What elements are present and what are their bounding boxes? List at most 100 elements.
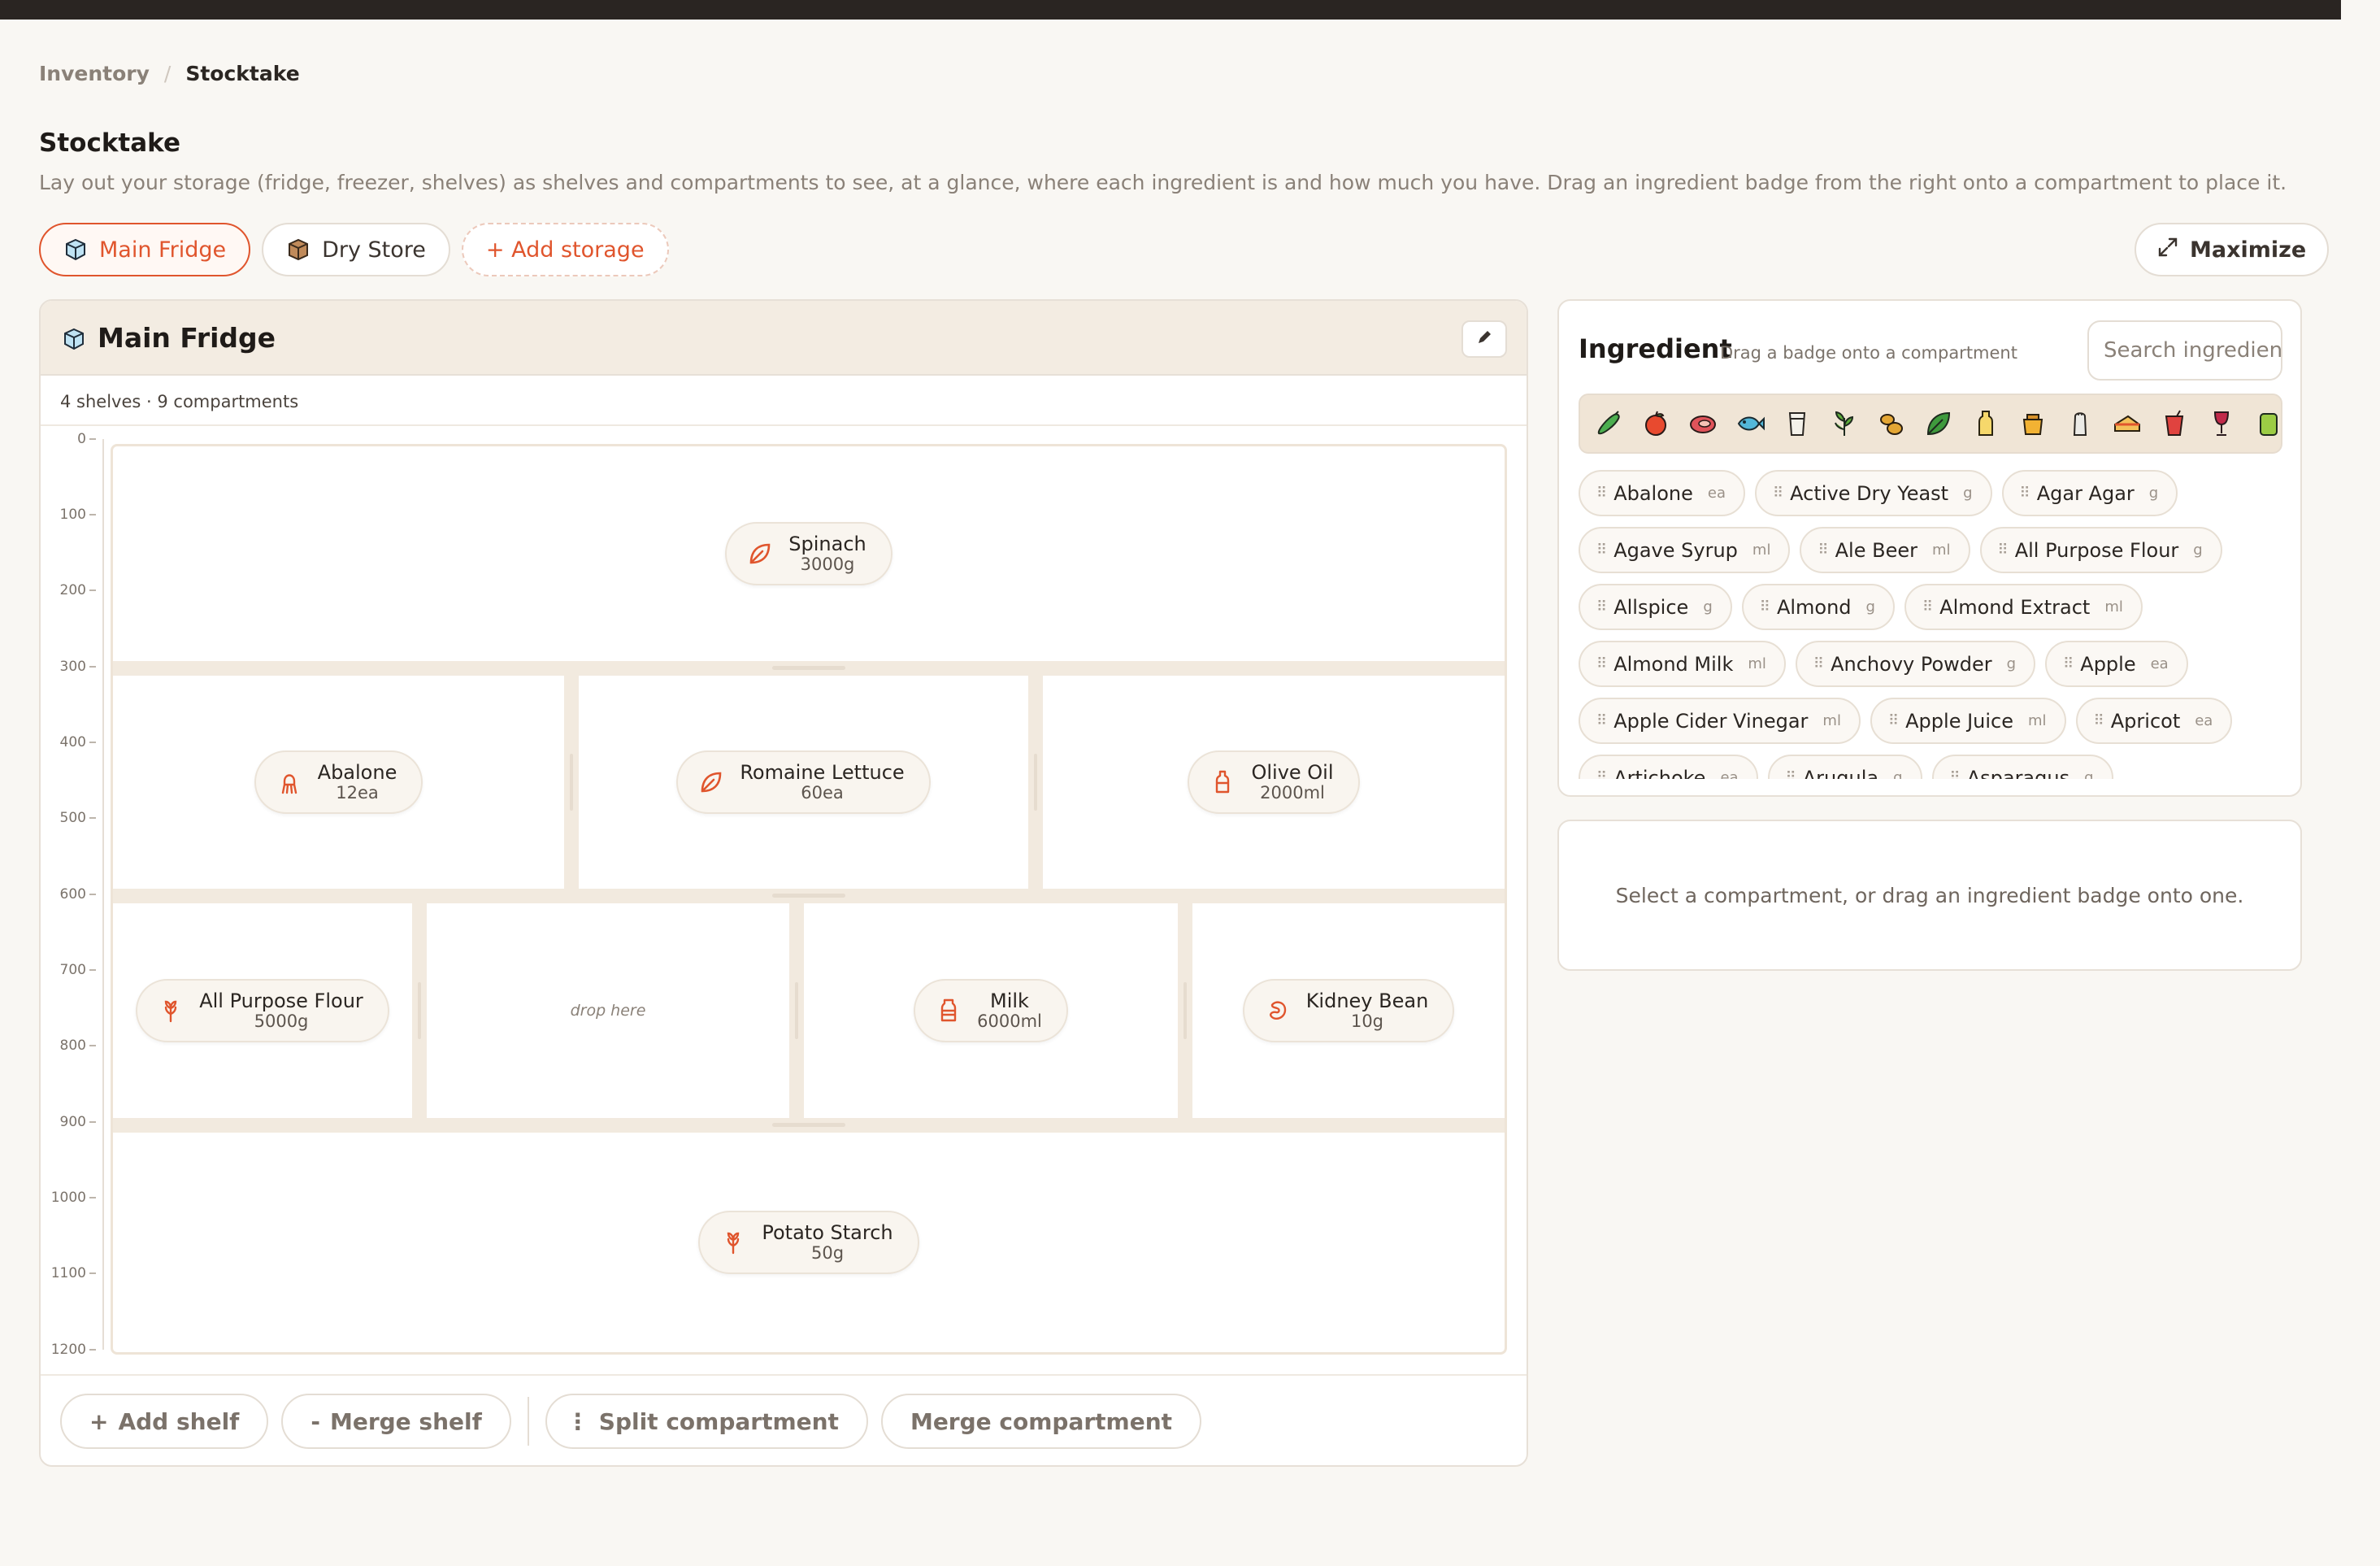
compartment-divider[interactable] <box>412 903 427 1118</box>
oil-icon[interactable] <box>1969 407 2003 441</box>
wine-icon[interactable] <box>2204 407 2239 441</box>
item-badge-kidney-bean[interactable]: Kidney Bean 10g <box>1242 979 1455 1042</box>
ingredient-badge[interactable]: ⠿ Asparagus g <box>1931 755 2113 780</box>
bakery-icon[interactable] <box>2110 407 2144 441</box>
ingredient-badge[interactable]: ⠿ Apple ea <box>2045 641 2188 687</box>
compartment-divider[interactable] <box>1028 676 1043 889</box>
maximize-button[interactable]: Maximize <box>2135 223 2330 276</box>
compartment[interactable]: Kidney Bean 10g <box>1192 903 1505 1118</box>
legume-icon[interactable] <box>1874 407 1909 441</box>
ingredient-badge[interactable]: ⠿ Abalone ea <box>1579 470 1745 516</box>
ingredient-panel: Ingredient Drag a badge onto a compartme… <box>1557 299 2302 797</box>
ingredient-unit: ml <box>1748 655 1766 672</box>
item-quantity: 6000ml <box>977 1011 1042 1031</box>
shelf-divider[interactable] <box>113 661 1505 676</box>
sweetener-icon[interactable] <box>2016 407 2050 441</box>
drag-handle-icon: ⠿ <box>1596 598 1607 616</box>
compartment-empty[interactable]: drop here <box>427 903 789 1118</box>
axis-tick: 500 <box>60 810 96 826</box>
ingredient-badge[interactable]: ⠿ Arugula g <box>1767 755 1922 779</box>
drag-handle-icon: ⠿ <box>1997 542 2009 559</box>
ingredient-badge[interactable]: ⠿ Active Dry Yeast g <box>1754 470 1992 516</box>
ingredient-badge[interactable]: ⠿ Almond g <box>1741 584 1895 630</box>
ingredient-name: Anchovy Powder <box>1831 652 1992 676</box>
edit-storage-button[interactable] <box>1461 320 1507 358</box>
compartment[interactable]: All Purpose Flour 5000g <box>113 903 412 1118</box>
ingredient-unit: ml <box>1822 712 1841 729</box>
bean-icon <box>1264 997 1292 1024</box>
fridge-layout: Spinach 3000g Abalone 12ea Romaine Lettu… <box>111 444 1507 1355</box>
item-badge-potato-starch[interactable]: Potato Starch 50g <box>698 1211 919 1274</box>
fish-icon[interactable] <box>1733 407 1767 441</box>
breadcrumb-separator: / <box>163 62 172 85</box>
item-name: Abalone <box>317 761 397 785</box>
add-shelf-button[interactable]: + Add shelf <box>60 1394 269 1449</box>
drag-handle <box>1183 982 1187 1039</box>
add-storage-button[interactable]: + Add storage <box>461 223 669 276</box>
ingredient-badge[interactable]: ⠿ Allspice g <box>1579 584 1732 630</box>
ingredient-badge[interactable]: ⠿ Almond Milk ml <box>1579 641 1786 687</box>
ingredient-badge[interactable]: ⠿ Apple Cider Vinegar ml <box>1579 698 1861 744</box>
item-badge-spinach[interactable]: Spinach 3000g <box>725 522 892 585</box>
dairy-icon[interactable] <box>1780 407 1814 441</box>
meat-icon[interactable] <box>1686 407 1720 441</box>
breadcrumb-current: Stocktake <box>185 62 300 85</box>
shelf-divider[interactable] <box>113 1118 1505 1133</box>
ingredient-badge[interactable]: ⠿ Artichoke ea <box>1579 755 1758 779</box>
ingredient-name: Active Dry Yeast <box>1790 481 1949 505</box>
canned-icon[interactable] <box>2252 407 2281 441</box>
breadcrumb-inventory-link[interactable]: Inventory <box>39 62 150 85</box>
ingredient-badge[interactable]: ⠿ Agar Agar g <box>2001 470 2178 516</box>
leaf-icon <box>746 540 774 568</box>
fruit-icon[interactable] <box>1639 407 1673 441</box>
compartment[interactable]: Milk 6000ml <box>804 903 1178 1118</box>
ingredient-badge[interactable]: ⠿ Apple Juice ml <box>1870 698 2066 744</box>
add-shelf-label: Add shelf <box>118 1407 240 1435</box>
compartment[interactable]: Abalone 12ea <box>113 676 564 889</box>
compartment-divider[interactable] <box>1178 903 1192 1118</box>
item-badge-olive-oil[interactable]: Olive Oil 2000ml <box>1188 750 1360 814</box>
ingredient-badge[interactable]: ⠿ All Purpose Flour g <box>1979 527 2222 573</box>
axis-tick: 100 <box>60 507 96 523</box>
compartment[interactable]: Romaine Lettuce 60ea <box>579 676 1028 889</box>
tab-main-fridge[interactable]: Main Fridge <box>39 223 251 276</box>
compartment-divider[interactable] <box>789 903 804 1118</box>
leafy-icon[interactable] <box>1922 407 1956 441</box>
merge-shelf-label: Merge shelf <box>329 1407 482 1435</box>
axis-tick: 300 <box>60 659 96 675</box>
drag-handle-icon: ⠿ <box>1949 769 1961 779</box>
merge-compartment-button[interactable]: Merge compartment <box>880 1394 1202 1449</box>
split-compartment-button[interactable]: ⋮ Split compartment <box>545 1394 868 1449</box>
ingredient-badge[interactable]: ⠿ Agave Syrup ml <box>1579 527 1791 573</box>
ingredient-search-input[interactable] <box>2087 320 2282 381</box>
ingredient-badge[interactable]: ⠿ Almond Extract ml <box>1904 584 2143 630</box>
item-badge-abalone[interactable]: Abalone 12ea <box>254 750 423 814</box>
vegetable-icon[interactable] <box>1592 407 1626 441</box>
item-badge-romaine-lettuce[interactable]: Romaine Lettuce 60ea <box>676 750 931 814</box>
axis-tick: 1000 <box>51 1190 96 1206</box>
beverage-icon[interactable] <box>2157 407 2191 441</box>
item-name: Spinach <box>788 533 866 556</box>
shelf-divider[interactable] <box>113 889 1505 903</box>
ingredient-name: Abalone <box>1613 481 1693 505</box>
tab-dry-store[interactable]: Dry Store <box>262 223 450 276</box>
compartment-divider[interactable] <box>564 676 579 889</box>
ingredient-name: Asparagus <box>1966 766 2070 780</box>
ingredient-badge[interactable]: ⠿ Anchovy Powder g <box>1795 641 2036 687</box>
ingredient-badge[interactable]: ⠿ Ale Beer ml <box>1800 527 1970 573</box>
ingredient-name: Agar Agar <box>2036 481 2135 505</box>
item-badge-milk[interactable]: Milk 6000ml <box>914 979 1068 1042</box>
bottle-icon <box>935 997 962 1024</box>
item-badge-all-purpose-flour[interactable]: All Purpose Flour 5000g <box>136 979 389 1042</box>
drag-handle-icon: ⠿ <box>1772 485 1783 502</box>
seasoning-icon[interactable] <box>2063 407 2097 441</box>
herb-icon[interactable] <box>1827 407 1861 441</box>
merge-shelf-button[interactable]: - Merge shelf <box>281 1394 511 1449</box>
compartment[interactable]: Olive Oil 2000ml <box>1043 676 1505 889</box>
ingredient-badge[interactable]: ⠿ Apricot ea <box>2075 698 2233 744</box>
drop-hint: drop here <box>570 1002 646 1020</box>
ingredient-unit: ea <box>2150 655 2169 672</box>
compartment[interactable]: Potato Starch 50g <box>113 1133 1505 1352</box>
compartment[interactable]: Spinach 3000g <box>113 446 1505 661</box>
drag-handle-icon: ⠿ <box>1596 712 1607 729</box>
